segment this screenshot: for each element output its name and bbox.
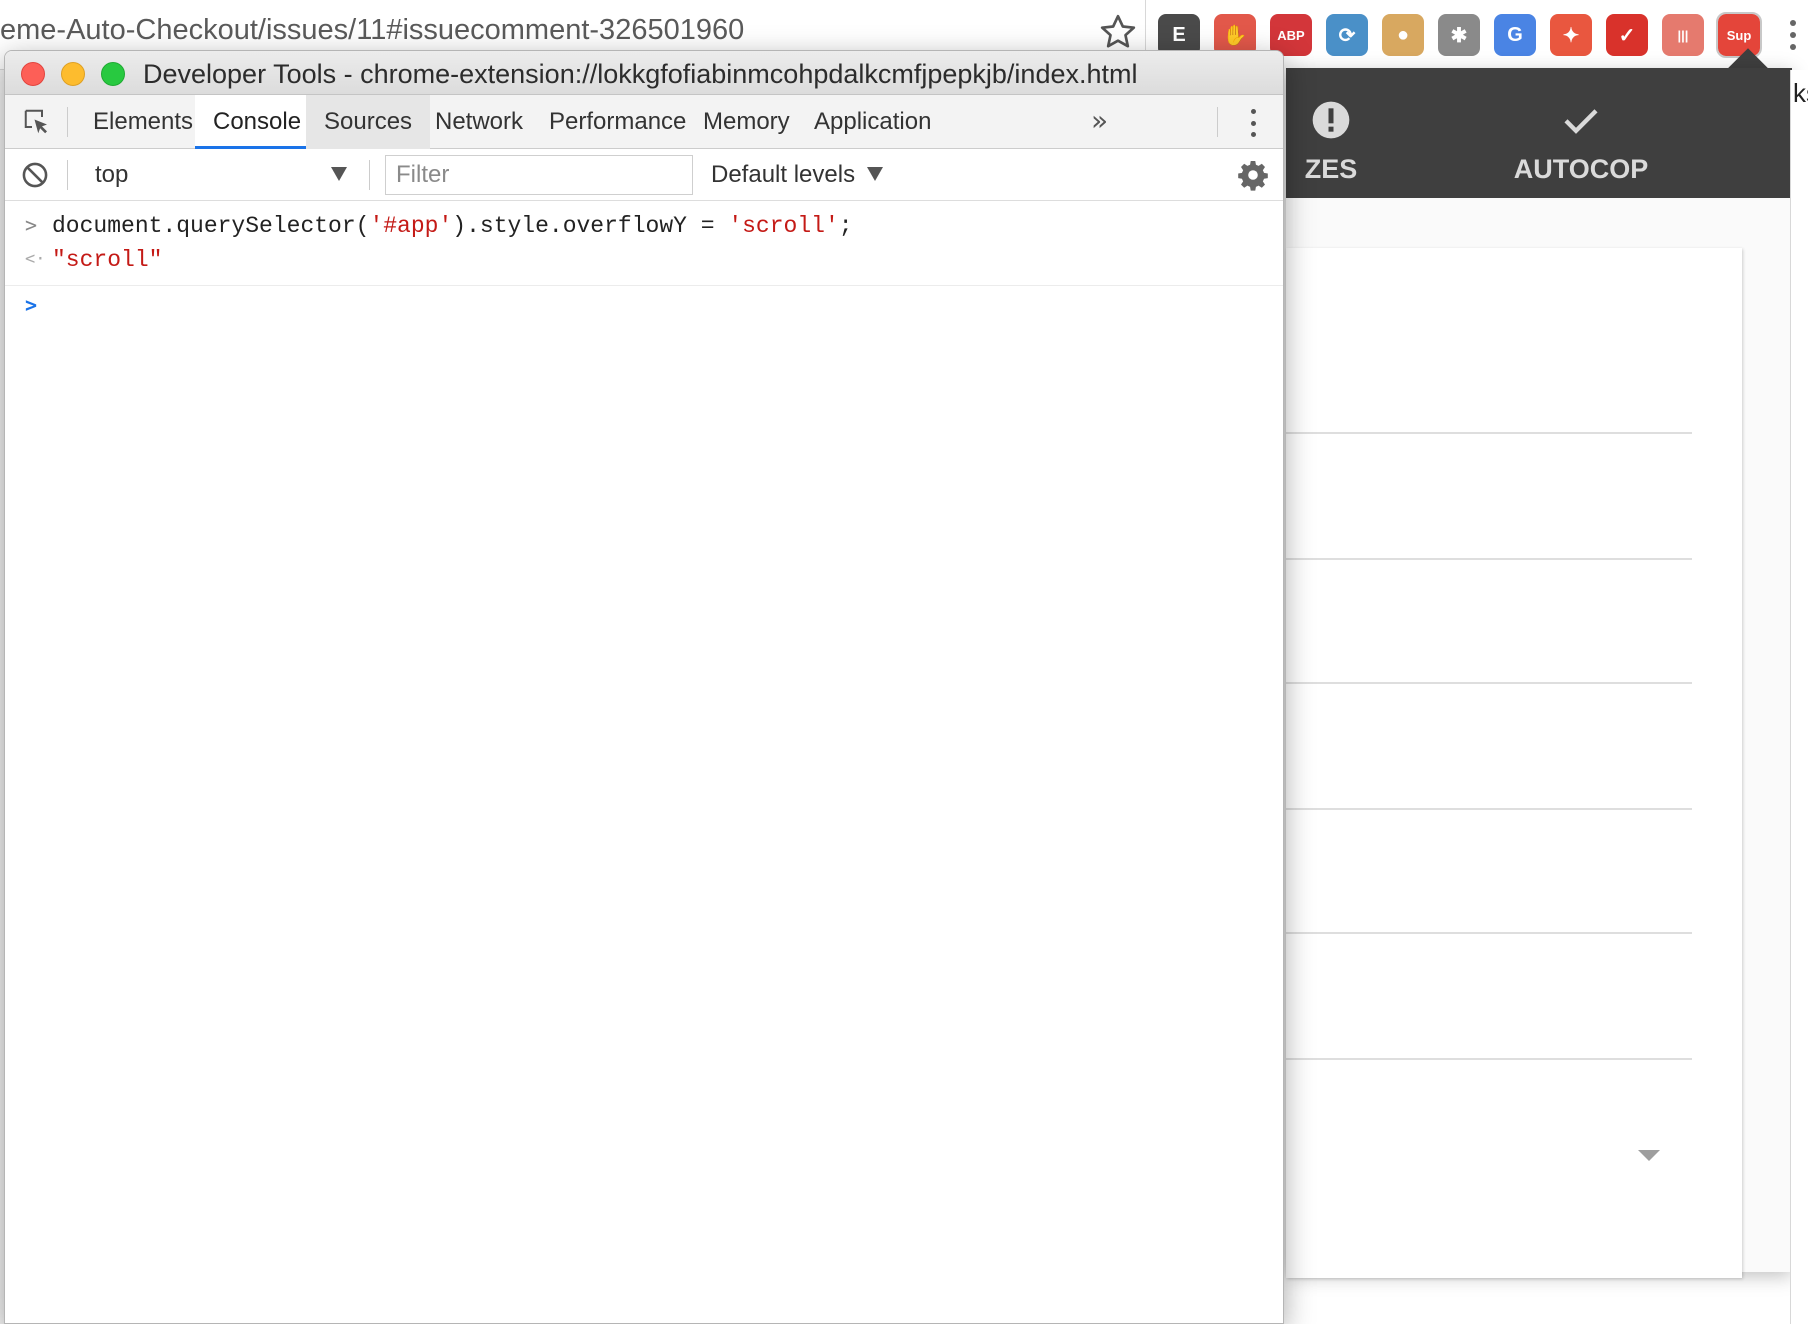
- tab-console[interactable]: Console: [195, 95, 320, 149]
- input-chevron-icon: >: [25, 213, 38, 237]
- page-right-edge: ks: [1790, 70, 1808, 1324]
- popup-header: ZES AUTOCOP: [1286, 68, 1792, 198]
- gear-icon[interactable]: [1237, 159, 1269, 191]
- code-string: 'scroll': [728, 213, 839, 239]
- chevron-down-icon: [867, 167, 883, 181]
- console-command[interactable]: document.querySelector('#app').style.ove…: [52, 213, 853, 239]
- devtools-tabbar: Elements Console Sources Network Perform…: [5, 95, 1283, 149]
- magic-wand-icon[interactable]: ✦: [1550, 14, 1592, 56]
- window-title: Developer Tools - chrome-extension://lok…: [143, 59, 1138, 89]
- console-prompt-row[interactable]: >: [5, 293, 1283, 325]
- form-field-underline[interactable]: [1286, 432, 1692, 434]
- output-arrow-icon: <·: [25, 249, 46, 269]
- customize-menu-icon[interactable]: [1251, 109, 1257, 137]
- url-text[interactable]: eme-Auto-Checkout/issues/11#issuecomment…: [0, 14, 744, 47]
- devtools-window: Developer Tools - chrome-extension://lok…: [4, 50, 1284, 1324]
- toolbar-separator: [1217, 107, 1218, 137]
- toolbar-separator: [67, 107, 68, 137]
- tab-network[interactable]: Network: [417, 95, 541, 149]
- google-translate-icon[interactable]: G: [1494, 14, 1536, 56]
- popup-body: [1286, 198, 1792, 1278]
- code-token: ;: [838, 213, 853, 239]
- console-divider: [5, 285, 1283, 286]
- screen: eme-Auto-Checkout/issues/11#issuecomment…: [0, 0, 1808, 1324]
- inspect-element-icon[interactable]: [21, 107, 53, 137]
- tab-performance[interactable]: Performance: [531, 95, 704, 149]
- popup-tab-label: AUTOCOP: [1513, 154, 1649, 184]
- context-selector[interactable]: top: [83, 157, 355, 193]
- page-edge-text: ks: [1793, 78, 1808, 108]
- code-token: document.querySelector(: [52, 213, 370, 239]
- devtools-titlebar[interactable]: Developer Tools - chrome-extension://lok…: [5, 51, 1283, 95]
- form-field-underline[interactable]: [1286, 1058, 1692, 1060]
- tab-memory[interactable]: Memory: [685, 95, 808, 149]
- tab-sources[interactable]: Sources: [306, 95, 431, 149]
- dropdown-caret-icon[interactable]: [1638, 1150, 1660, 1161]
- bookmark-star-icon[interactable]: [1098, 12, 1138, 52]
- tab-elements[interactable]: Elements: [75, 95, 211, 149]
- popup-form-card: [1286, 248, 1742, 1278]
- log-levels-value: Default levels: [711, 161, 856, 188]
- form-field-underline[interactable]: [1286, 682, 1692, 684]
- extension-popup: ZES AUTOCOP: [1286, 68, 1792, 1278]
- filter-input[interactable]: [385, 155, 693, 195]
- chrome-menu-icon[interactable]: [1790, 20, 1796, 50]
- chevron-down-icon: [331, 167, 347, 181]
- clear-console-icon[interactable]: [21, 161, 49, 189]
- barcode-icon[interactable]: |||: [1662, 14, 1704, 56]
- sync-icon[interactable]: ⟳: [1326, 14, 1368, 56]
- console-input-row: > document.querySelector('#app').style.o…: [5, 213, 1283, 245]
- cookie-icon[interactable]: ●: [1382, 14, 1424, 56]
- check-icon: [1564, 109, 1598, 134]
- console-toolbar: top Default levels: [5, 149, 1283, 201]
- more-tabs-button[interactable]: »: [1091, 95, 1108, 149]
- console-result-value[interactable]: "scroll": [52, 247, 162, 273]
- form-field-underline[interactable]: [1286, 808, 1692, 810]
- code-token: ).style.overflowY =: [452, 213, 729, 239]
- minimize-window-button[interactable]: [61, 62, 85, 86]
- zoom-window-button[interactable]: [101, 62, 125, 86]
- alert-icon: [1312, 101, 1350, 139]
- console-output[interactable]: > document.querySelector('#app').style.o…: [5, 201, 1283, 1323]
- toolbar-separator: [67, 160, 68, 190]
- supreme-extension-icon[interactable]: Sup: [1716, 12, 1762, 58]
- popup-tab-autocop[interactable]: AUTOCOP: [1446, 68, 1716, 198]
- vpn-icon[interactable]: ✓: [1606, 14, 1648, 56]
- form-field-underline[interactable]: [1286, 932, 1692, 934]
- prompt-chevron-icon: >: [25, 293, 38, 317]
- bug-icon[interactable]: ✱: [1438, 14, 1480, 56]
- close-window-button[interactable]: [21, 62, 45, 86]
- context-value: top: [95, 161, 129, 188]
- toolbar-separator: [369, 160, 370, 190]
- form-field-underline[interactable]: [1286, 558, 1692, 560]
- code-string: '#app': [369, 213, 453, 239]
- console-result-row: <· "scroll": [5, 247, 1283, 279]
- tab-application[interactable]: Application: [796, 95, 949, 149]
